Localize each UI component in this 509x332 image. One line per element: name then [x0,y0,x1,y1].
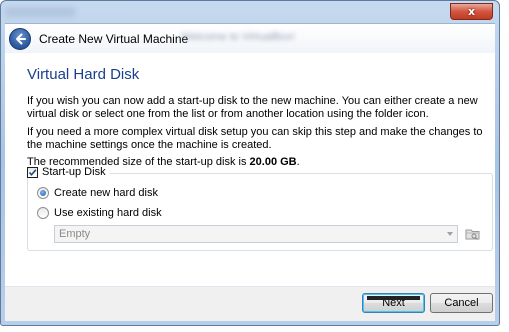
recommended-size-suffix: . [296,156,300,168]
existing-disk-select[interactable]: Empty [54,225,458,243]
wizard-window: x Create New Virtual Machine Welcome to … [0,0,500,326]
create-new-disk-option[interactable]: Create new hard disk [37,187,158,199]
checkmark-icon [28,168,37,176]
choose-disk-folder-button[interactable] [464,225,482,243]
create-new-disk-radio[interactable] [37,187,49,199]
title-bar-blur [5,7,75,17]
startup-disk-checkbox-row[interactable]: Start-up Disk [27,166,110,178]
cancel-button[interactable]: Cancel [430,293,493,313]
next-button[interactable]: Next [362,293,425,313]
background-window-title: Welcome to VirtualBox! [181,31,295,43]
redaction-bar [367,296,420,300]
use-existing-disk-label: Use existing hard disk [54,207,162,219]
title-bar[interactable]: x [1,1,499,23]
page-heading: Virtual Hard Disk [27,66,140,83]
recommended-size-value: 20.00 GB [249,156,297,168]
wizard-footer: Next Cancel [5,287,495,321]
back-arrow-icon [16,33,26,45]
folder-icon [465,229,480,240]
existing-disk-select-value: Empty [59,228,91,240]
use-existing-disk-option[interactable]: Use existing hard disk [37,207,162,219]
intro-paragraph: If you wish you can now add a start-up d… [27,95,478,120]
complex-setup-paragraph: If you need a more complex virtual disk … [27,126,483,151]
wizard-title: Create New Virtual Machine [39,32,189,46]
use-existing-disk-radio[interactable] [37,207,49,219]
startup-disk-checkbox[interactable] [27,166,38,178]
create-new-disk-label: Create new hard disk [54,187,158,199]
chevron-down-icon [447,232,453,236]
startup-disk-label: Start-up Disk [42,166,106,178]
close-button[interactable]: x [450,3,493,20]
back-button[interactable] [9,28,31,50]
wizard-page: Virtual Hard Disk If you wish you can no… [5,53,495,287]
